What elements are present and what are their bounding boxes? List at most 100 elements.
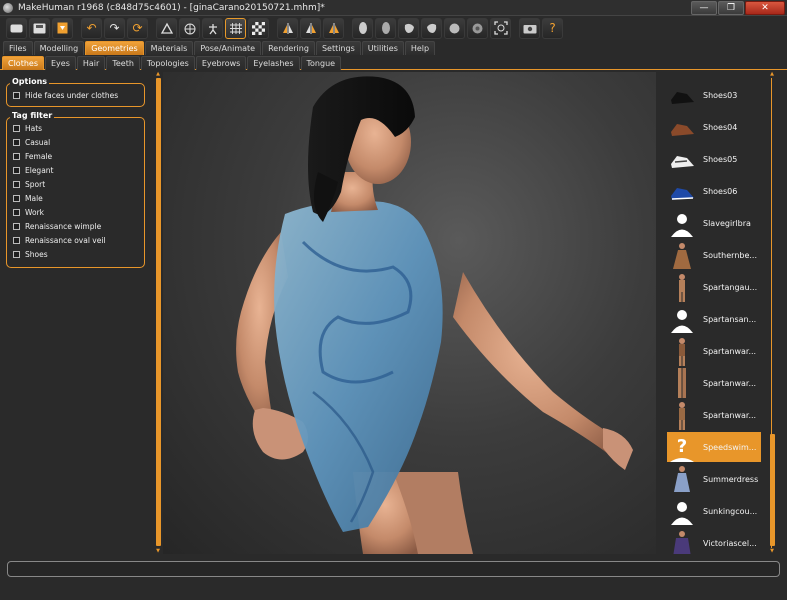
tag-male[interactable]: Male <box>13 193 43 203</box>
file-item-spartanwarrior-2[interactable]: Spartanwar... <box>667 368 761 398</box>
file-label: Spartanwar... <box>703 410 757 420</box>
file-list-scrollbar[interactable]: ▲ ▼ <box>769 72 777 554</box>
3d-viewport[interactable] <box>163 72 656 554</box>
tab-help[interactable]: Help <box>404 41 436 55</box>
close-button[interactable]: ✕ <box>745 1 785 15</box>
symmetry-left-icon[interactable] <box>300 17 321 39</box>
figure-thumbnail <box>667 272 697 302</box>
save-icon[interactable] <box>29 17 50 39</box>
tag-hats[interactable]: Hats <box>13 123 42 133</box>
help-icon[interactable]: ? <box>542 17 563 39</box>
export-icon[interactable] <box>52 17 73 39</box>
file-item-shoes04[interactable]: Shoes04 <box>667 112 761 142</box>
smooth-icon[interactable] <box>156 17 177 39</box>
file-item-spartanwarrior-1[interactable]: Spartanwar... <box>667 336 761 366</box>
tab-files[interactable]: Files <box>3 41 33 55</box>
toolbar: ↶ ↷ ⟳ ? <box>0 16 787 40</box>
minimize-button[interactable]: — <box>691 1 717 15</box>
scroll-down-arrow[interactable]: ▼ <box>769 549 775 554</box>
front-view-icon[interactable] <box>352 17 373 39</box>
hide-faces-checkbox[interactable]: Hide faces under clothes <box>13 90 118 100</box>
skeleton-icon[interactable] <box>202 17 223 39</box>
tag-elegant[interactable]: Elegant <box>13 165 54 175</box>
scroll-up-arrow[interactable]: ▲ <box>769 72 775 77</box>
file-item-victoriascelebrity[interactable]: Victoriascel... <box>667 528 761 554</box>
tag-casual[interactable]: Casual <box>13 137 50 147</box>
checkbox-box[interactable] <box>13 208 20 216</box>
subtab-clothes[interactable]: Clothes <box>2 56 44 70</box>
tag-female[interactable]: Female <box>13 151 52 161</box>
redo-icon[interactable]: ↷ <box>104 17 125 39</box>
screenshot-icon[interactable] <box>519 17 540 39</box>
right-view-icon[interactable] <box>421 17 442 39</box>
tab-geometries[interactable]: Geometries <box>85 41 144 55</box>
checkbox-box[interactable] <box>13 180 20 188</box>
main-tab-bar: Files Modelling Geometries Materials Pos… <box>0 41 787 55</box>
tab-utilities[interactable]: Utilities <box>361 41 404 55</box>
top-view-icon[interactable] <box>444 17 465 39</box>
checkbox-box[interactable] <box>13 152 20 160</box>
scroll-up-arrow[interactable]: ▲ <box>155 72 161 77</box>
tag-renaissance-oval-veil[interactable]: Renaissance oval veil <box>13 235 106 245</box>
file-label: Spartanwar... <box>703 346 757 356</box>
subtab-topologies[interactable]: Topologies <box>140 56 195 70</box>
checkbox-box[interactable] <box>13 250 20 258</box>
file-item-spartangauntlets[interactable]: Spartangau... <box>667 272 761 302</box>
left-panel-scrollbar[interactable]: ▲ ▼ <box>155 72 163 554</box>
new-icon[interactable] <box>6 17 27 39</box>
tab-settings[interactable]: Settings <box>315 41 361 55</box>
checkbox-box[interactable] <box>13 236 20 244</box>
checkbox-box[interactable] <box>13 166 20 174</box>
maximize-button[interactable]: ❐ <box>718 1 744 15</box>
tab-pose-animate[interactable]: Pose/Animate <box>194 41 262 55</box>
file-item-shoes03[interactable]: Shoes03 <box>667 80 761 110</box>
file-item-spartansandals[interactable]: Spartansan... <box>667 304 761 334</box>
subtab-tongue[interactable]: Tongue <box>300 56 342 70</box>
placeholder-thumbnail <box>667 304 697 334</box>
file-item-summerdress[interactable]: Summerdress <box>667 464 761 494</box>
window-title: MakeHuman r1968 (c848d75c4601) - [ginaCa… <box>18 2 325 13</box>
tag-work[interactable]: Work <box>13 207 44 217</box>
scrollbar-handle[interactable] <box>770 434 775 546</box>
checkerboard-icon[interactable] <box>248 17 269 39</box>
subtab-eyes[interactable]: Eyes <box>45 56 76 70</box>
tag-renaissance-wimple[interactable]: Renaissance wimple <box>13 221 101 231</box>
checkbox-box[interactable] <box>13 91 20 99</box>
reset-camera-icon[interactable] <box>490 17 511 39</box>
tag-sport[interactable]: Sport <box>13 179 45 189</box>
subtab-eyebrows[interactable]: Eyebrows <box>195 56 247 70</box>
subtab-eyelashes[interactable]: Eyelashes <box>247 56 300 70</box>
wireframe-icon[interactable] <box>179 17 200 39</box>
grid-icon[interactable] <box>225 17 246 39</box>
symmetry-right-icon[interactable] <box>277 17 298 39</box>
file-item-slavegirlbra[interactable]: Slavegirlbra <box>667 208 761 238</box>
file-item-shoes05[interactable]: Shoes05 <box>667 144 761 174</box>
checkbox-box[interactable] <box>13 138 20 146</box>
reset-icon[interactable]: ⟳ <box>127 17 148 39</box>
left-view-icon[interactable] <box>398 17 419 39</box>
tab-materials[interactable]: Materials <box>144 41 194 55</box>
subtab-teeth[interactable]: Teeth <box>106 56 140 70</box>
file-item-speedswimsuit[interactable]: ? Speedswim... <box>667 432 761 462</box>
scrollbar-handle[interactable] <box>156 78 161 546</box>
subtab-hair[interactable]: Hair <box>76 56 106 70</box>
tag-label: Male <box>25 193 43 203</box>
checkbox-box[interactable] <box>13 194 20 202</box>
tag-label: Shoes <box>25 249 48 259</box>
file-item-sunkingcoat[interactable]: Sunkingcou... <box>667 496 761 526</box>
file-item-spartanwarrior-3[interactable]: Spartanwar... <box>667 400 761 430</box>
symmetry-icon[interactable] <box>323 17 344 39</box>
scroll-down-arrow[interactable]: ▼ <box>155 549 161 554</box>
file-item-southernbelle[interactable]: Southernbe... <box>667 240 761 270</box>
file-item-shoes06[interactable]: Shoes06 <box>667 176 761 206</box>
tab-rendering[interactable]: Rendering <box>262 41 315 55</box>
checkbox-box[interactable] <box>13 222 20 230</box>
undo-icon[interactable]: ↶ <box>81 17 102 39</box>
figure-thumbnail <box>667 240 697 270</box>
tag-shoes[interactable]: Shoes <box>13 249 48 259</box>
bottom-view-icon[interactable] <box>467 17 488 39</box>
checkbox-box[interactable] <box>13 124 20 132</box>
file-label: Southernbe... <box>703 250 758 260</box>
tab-modelling[interactable]: Modelling <box>33 41 85 55</box>
back-view-icon[interactable] <box>375 17 396 39</box>
